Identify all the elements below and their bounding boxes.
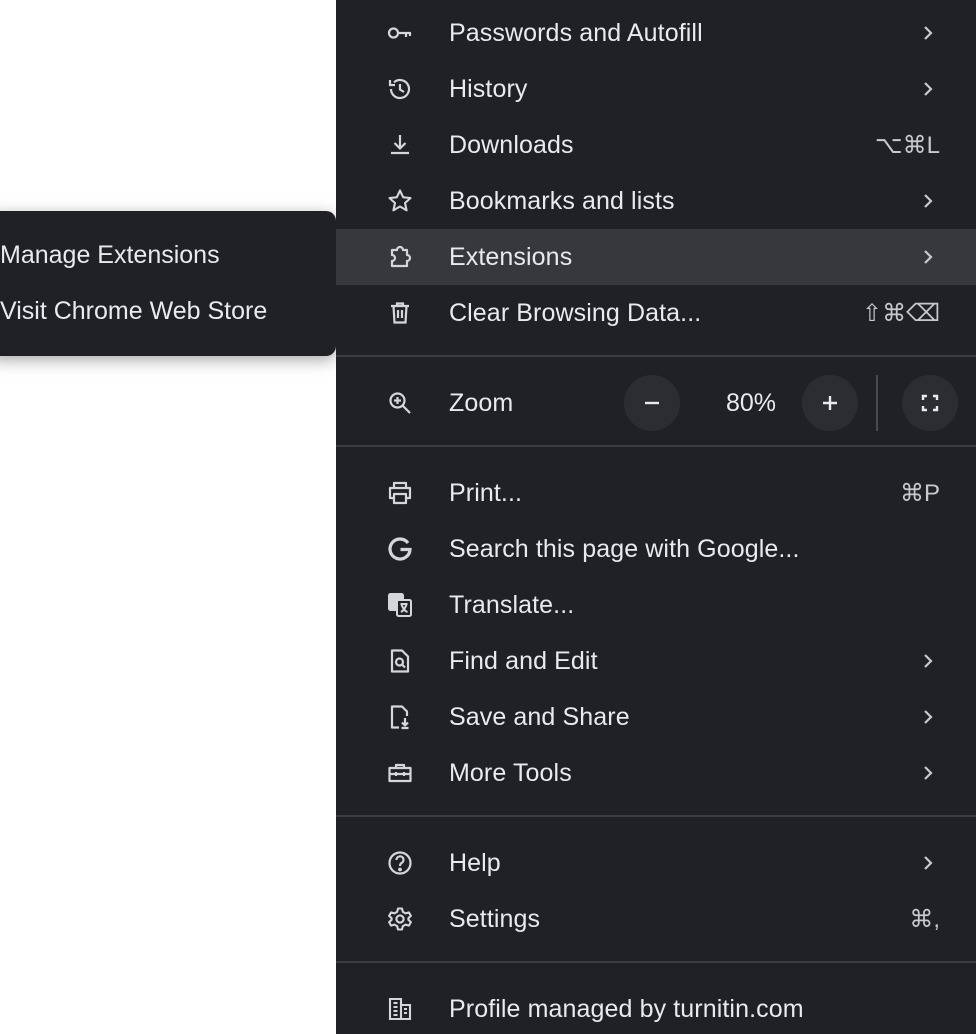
- menu-item-extensions[interactable]: Extensions: [336, 229, 976, 285]
- menu-divider: [336, 961, 976, 963]
- menu-item-label: Settings: [449, 904, 541, 933]
- menu-item-label: Profile managed by turnitin.com: [449, 994, 804, 1023]
- menu-item-label: Clear Browsing Data...: [449, 298, 702, 327]
- menu-item-label: Print...: [449, 478, 523, 507]
- chevron-right-icon: [920, 23, 936, 43]
- shortcut-label: ⇧⌘⌫: [861, 299, 940, 327]
- shortcut-label: ⌘P: [899, 479, 940, 507]
- menu-item-save-and-share[interactable]: Save and Share: [336, 689, 976, 745]
- menu-item-label: Extensions: [449, 242, 573, 271]
- menu-item-find-and-edit[interactable]: Find and Edit: [336, 633, 976, 689]
- shortcut-label: ⌥⌘L: [874, 131, 940, 159]
- menu-item-label: Downloads: [449, 130, 574, 159]
- save-document-icon: [384, 701, 416, 733]
- menu-item-label: Search this page with Google...: [449, 534, 800, 563]
- key-icon: [384, 17, 416, 49]
- shortcut-label: ⌘,: [909, 905, 940, 933]
- menu-item-print[interactable]: Print... ⌘P: [336, 465, 976, 521]
- menu-item-translate[interactable]: Translate...: [336, 577, 976, 633]
- chevron-right-icon: [920, 763, 936, 783]
- printer-icon: [384, 477, 416, 509]
- menu-divider: [336, 445, 976, 447]
- manage-extensions-item[interactable]: Manage Extensions: [0, 241, 220, 270]
- zoom-in-button[interactable]: [802, 375, 858, 431]
- find-document-icon: [384, 645, 416, 677]
- trash-icon: [384, 297, 416, 329]
- chevron-right-icon: [920, 191, 936, 211]
- menu-item-zoom: Zoom 80%: [336, 375, 976, 431]
- chevron-right-icon: [920, 79, 936, 99]
- chevron-right-icon: [920, 707, 936, 727]
- gear-icon: [384, 903, 416, 935]
- history-icon: [384, 73, 416, 105]
- star-icon: [384, 185, 416, 217]
- menu-item-label: Help: [449, 848, 501, 877]
- help-icon: [384, 847, 416, 879]
- zoom-label: Zoom: [449, 388, 514, 417]
- toolbox-icon: [384, 757, 416, 789]
- menu-item-label: Passwords and Autofill: [449, 18, 703, 47]
- translate-icon: [384, 589, 416, 621]
- menu-item-clear-browsing-data[interactable]: Clear Browsing Data... ⇧⌘⌫: [336, 285, 976, 341]
- zoom-level: 80%: [725, 388, 777, 417]
- menu-item-profile-managed[interactable]: Profile managed by turnitin.com: [336, 981, 976, 1034]
- chevron-right-icon: [920, 651, 936, 671]
- chevron-right-icon: [920, 247, 936, 267]
- building-icon: [384, 993, 416, 1025]
- visit-chrome-web-store-item[interactable]: Visit Chrome Web Store: [0, 297, 267, 326]
- menu-item-label: Save and Share: [449, 702, 630, 731]
- zoom-divider: [876, 375, 878, 431]
- download-icon: [384, 129, 416, 161]
- menu-item-label: Translate...: [449, 590, 575, 619]
- menu-divider: [336, 815, 976, 817]
- chrome-main-menu: Passwords and Autofill History Downloads: [336, 0, 976, 1034]
- menu-item-settings[interactable]: Settings ⌘,: [336, 891, 976, 947]
- menu-divider: [336, 355, 976, 357]
- menu-item-history[interactable]: History: [336, 61, 976, 117]
- menu-item-label: History: [449, 74, 528, 103]
- puzzle-icon: [384, 241, 416, 273]
- menu-item-bookmarks[interactable]: Bookmarks and lists: [336, 173, 976, 229]
- fullscreen-button[interactable]: [902, 375, 958, 431]
- zoom-out-button[interactable]: [624, 375, 680, 431]
- menu-item-downloads[interactable]: Downloads ⌥⌘L: [336, 117, 976, 173]
- menu-item-passwords[interactable]: Passwords and Autofill: [336, 5, 976, 61]
- menu-item-label: Find and Edit: [449, 646, 598, 675]
- extensions-submenu: Manage Extensions Visit Chrome Web Store: [0, 211, 336, 356]
- zoom-icon: [384, 387, 416, 419]
- menu-item-more-tools[interactable]: More Tools: [336, 745, 976, 801]
- google-icon: [384, 533, 416, 565]
- chevron-right-icon: [920, 853, 936, 873]
- menu-item-label: More Tools: [449, 758, 572, 787]
- menu-item-label: Bookmarks and lists: [449, 186, 675, 215]
- menu-item-search-google[interactable]: Search this page with Google...: [336, 521, 976, 577]
- menu-item-help[interactable]: Help: [336, 835, 976, 891]
